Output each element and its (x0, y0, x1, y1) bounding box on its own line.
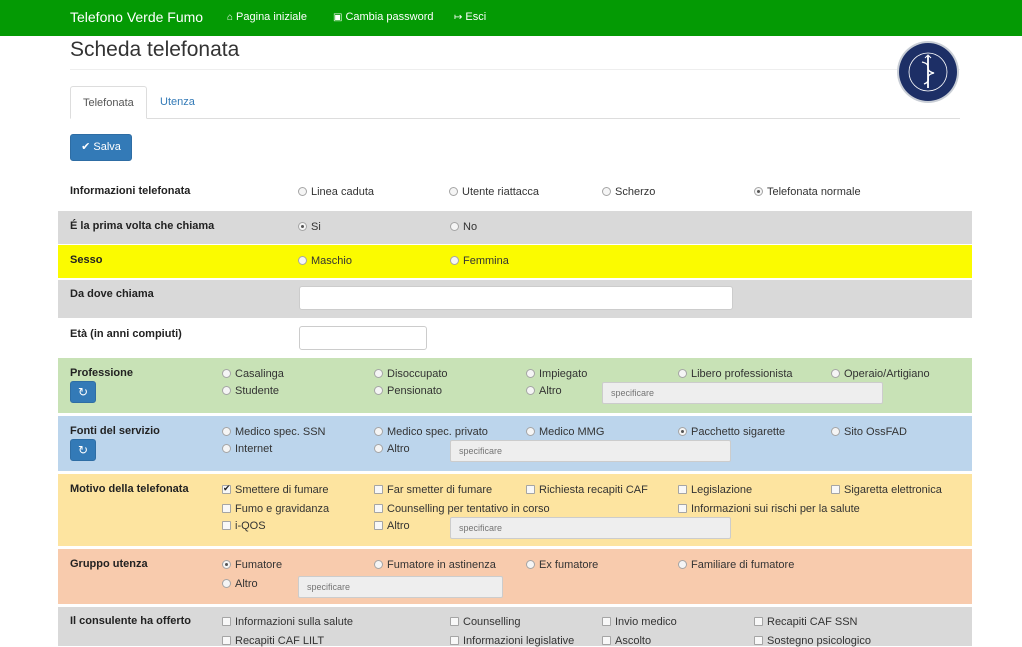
radio-fumatore-in-astinenza[interactable]: Fumatore in astinenza (374, 559, 496, 571)
row-label: Professione (70, 367, 133, 379)
row-sesso: Sesso Maschio Femmina (58, 245, 972, 278)
reset-professione-button[interactable]: ↻ (70, 381, 96, 403)
row-professione: Professione ↻ Casalinga Disoccupato Impi… (58, 358, 972, 413)
checkbox-counselling-tentativo[interactable]: Counselling per tentativo in corso (374, 503, 550, 515)
row-label: Età (in anni compiuti) (70, 328, 182, 340)
radio-scherzo[interactable]: Scherzo (602, 186, 655, 198)
radio-linea-caduta[interactable]: Linea caduta (298, 186, 374, 198)
tab-telefonata[interactable]: Telefonata (70, 86, 147, 119)
sign-out-icon: ↦ (454, 12, 463, 23)
professione-specify-input[interactable] (602, 382, 883, 404)
nav-link-home[interactable]: ⌂ Pagina iniziale (227, 11, 307, 23)
checkbox-informazioni-rischi[interactable]: Informazioni sui rischi per la salute (678, 503, 860, 515)
checkbox-recapiti-caf-lilt[interactable]: Recapiti CAF LILT (222, 635, 324, 647)
row-label: Gruppo utenza (70, 558, 148, 570)
checkbox-sostegno-psicologico[interactable]: Sostegno psicologico (754, 635, 871, 647)
radio-pacchetto-sigarette[interactable]: Pacchetto sigarette (678, 426, 785, 438)
checkbox-richiesta-recapiti-caf[interactable]: Richiesta recapiti CAF (526, 484, 648, 496)
page-title: Scheda telefonata (70, 38, 240, 61)
row-motivo-telefonata: Motivo della telefonata Smettere di fuma… (58, 474, 972, 546)
checkbox-recapiti-caf-ssn[interactable]: Recapiti CAF SSN (754, 616, 857, 628)
lock-icon: ▣ (333, 12, 343, 23)
checkbox-ascolto[interactable]: Ascolto (602, 635, 651, 647)
radio-altro[interactable]: Altro (374, 443, 410, 455)
radio-no[interactable]: No (450, 221, 477, 233)
motivo-specify-input[interactable] (450, 517, 731, 539)
checkbox-far-smetter-di-fumare[interactable]: Far smetter di fumare (374, 484, 492, 496)
radio-studente[interactable]: Studente (222, 385, 279, 397)
tab-utenza[interactable]: Utenza (148, 86, 207, 119)
nav-link-change-password[interactable]: ▣ Cambia password (333, 11, 434, 23)
radio-impiegato[interactable]: Impiegato (526, 368, 587, 380)
save-button[interactable]: ✔ Salva (70, 134, 132, 161)
reset-fonti-button[interactable]: ↻ (70, 439, 96, 461)
radio-libero-professionista[interactable]: Libero professionista (678, 368, 793, 380)
radio-fumatore[interactable]: Fumatore (222, 559, 282, 571)
check-icon: ✔ (81, 141, 91, 153)
checkbox-smettere-di-fumare[interactable]: Smettere di fumare (222, 483, 329, 496)
refresh-icon: ↻ (77, 443, 89, 457)
radio-ex-fumatore[interactable]: Ex fumatore (526, 559, 598, 571)
checkbox-sigaretta-elettronica[interactable]: Sigaretta elettronica (831, 484, 942, 496)
radio-medico-spec-privato[interactable]: Medico spec. privato (374, 426, 488, 438)
home-icon: ⌂ (227, 12, 234, 23)
radio-si[interactable]: Si (298, 221, 321, 233)
fonti-specify-input[interactable] (450, 440, 731, 462)
radio-medico-spec-ssn[interactable]: Medico spec. SSN (222, 426, 325, 438)
row-label: Sesso (70, 254, 103, 266)
radio-internet[interactable]: Internet (222, 443, 272, 455)
row-label: Da dove chiama (70, 288, 154, 300)
row-informazioni-telefonata: Informazioni telefonata Linea caduta Ute… (58, 176, 972, 210)
radio-maschio[interactable]: Maschio (298, 255, 352, 267)
radio-medico-mmg[interactable]: Medico MMG (526, 426, 604, 438)
checkbox-invio-medico[interactable]: Invio medico (602, 616, 677, 628)
radio-telefonata-normale[interactable]: Telefonata normale (754, 186, 861, 198)
top-navbar: Telefono Verde Fumo ⌂ Pagina iniziale ▣ Ca… (0, 0, 1022, 36)
checkbox-informazioni-legislative[interactable]: Informazioni legislative (450, 635, 574, 647)
row-consulente-offerto: Il consulente ha offerto Informazioni su… (58, 607, 972, 647)
gruppo-specify-input[interactable] (298, 576, 503, 598)
institute-seal-logo (897, 41, 959, 103)
checkbox-legislazione[interactable]: Legislazione (678, 484, 752, 496)
da-dove-chiama-input[interactable] (299, 286, 733, 310)
refresh-icon: ↻ (77, 385, 89, 399)
radio-casalinga[interactable]: Casalinga (222, 368, 284, 380)
radio-familiare-di-fumatore[interactable]: Familiare di fumatore (678, 559, 794, 571)
checkbox-fumo-e-gravidanza[interactable]: Fumo e gravidanza (222, 503, 329, 515)
radio-operaio-artigiano[interactable]: Operaio/Artigiano (831, 368, 930, 380)
row-prima-volta: É la prima volta che chiama Si No (58, 211, 972, 244)
radio-pensionato[interactable]: Pensionato (374, 385, 442, 397)
checkbox-informazioni-salute[interactable]: Informazioni sulla salute (222, 616, 353, 628)
navbar-brand[interactable]: Telefono Verde Fumo (70, 9, 203, 25)
row-gruppo-utenza: Gruppo utenza Fumatore Fumatore in astin… (58, 549, 972, 604)
row-label: Informazioni telefonata (70, 185, 191, 197)
row-label: Fonti del servizio (70, 425, 160, 437)
row-label: Motivo della telefonata (70, 483, 189, 495)
checkbox-i-qos[interactable]: i-QOS (222, 520, 266, 532)
checkbox-counselling[interactable]: Counselling (450, 616, 520, 628)
checkbox-altro[interactable]: Altro (374, 520, 410, 532)
row-eta: Età (in anni compiuti) (58, 319, 972, 357)
row-da-dove-chiama: Da dove chiama (58, 280, 972, 318)
eta-input[interactable] (299, 326, 427, 350)
nav-link-logout[interactable]: ↦ Esci (454, 11, 486, 23)
radio-utente-riattacca[interactable]: Utente riattacca (449, 186, 539, 198)
radio-femmina[interactable]: Femmina (450, 255, 509, 267)
title-divider (70, 69, 960, 70)
row-label: É la prima volta che chiama (70, 220, 215, 232)
radio-sito-ossfad[interactable]: Sito OssFAD (831, 426, 907, 438)
row-fonti-servizio: Fonti del servizio ↻ Medico spec. SSN Me… (58, 416, 972, 471)
row-label: Il consulente ha offerto (70, 615, 192, 627)
radio-disoccupato[interactable]: Disoccupato (374, 368, 448, 380)
radio-altro[interactable]: Altro (526, 385, 562, 397)
radio-altro[interactable]: Altro (222, 578, 258, 590)
